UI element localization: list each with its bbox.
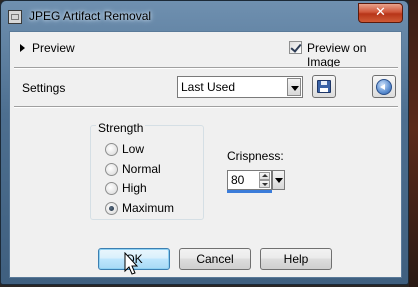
crispness-spinbox[interactable]: 80: [227, 170, 272, 190]
divider: [14, 67, 398, 69]
close-button[interactable]: ✕: [358, 3, 403, 23]
close-icon: ✕: [375, 5, 386, 20]
crispness-value[interactable]: 80: [231, 173, 244, 187]
reset-arrow-icon: [376, 79, 392, 95]
strength-radio-high[interactable]: [105, 182, 118, 195]
preview-on-image-label[interactable]: Preview on Image: [307, 41, 401, 69]
strength-radio-normal[interactable]: [105, 163, 118, 176]
window-title: JPEG Artifact Removal: [29, 9, 152, 23]
preview-toggle-label[interactable]: Preview: [32, 41, 75, 55]
settings-dropdown[interactable]: Last Used: [177, 76, 303, 98]
spin-up-icon[interactable]: [259, 172, 270, 180]
strength-radio-maximum[interactable]: [105, 202, 118, 215]
crispness-slider-dropdown[interactable]: [272, 170, 285, 190]
crispness-label: Crispness:: [227, 149, 284, 163]
spin-buttons: [259, 172, 270, 188]
strength-radio-low[interactable]: [105, 143, 118, 156]
preview-on-image-checkbox[interactable]: [289, 41, 302, 54]
chevron-down-icon[interactable]: [287, 78, 301, 96]
settings-label: Settings: [22, 81, 66, 95]
crispness-slider-bar: [227, 190, 272, 193]
strength-label-maximum[interactable]: Maximum: [122, 201, 174, 215]
floppy-disk-icon: [317, 80, 331, 93]
app-icon: [8, 10, 22, 24]
settings-dropdown-value: Last Used: [181, 80, 236, 94]
expand-arrow-icon[interactable]: [20, 44, 25, 52]
dialog-window: JPEG Artifact Removal ✕ Preview Preview …: [0, 0, 409, 285]
save-preset-button[interactable]: [312, 75, 336, 98]
background-desktop: [409, 0, 418, 287]
strength-group-title: Strength: [96, 121, 146, 135]
strength-label-high[interactable]: High: [122, 181, 147, 195]
divider: [14, 106, 398, 108]
cancel-button[interactable]: Cancel: [179, 248, 251, 270]
dialog-client-area: Preview Preview on Image Settings Last U…: [9, 31, 402, 278]
reset-button[interactable]: [372, 75, 396, 98]
strength-label-normal[interactable]: Normal: [122, 162, 161, 176]
mouse-pointer-icon: [124, 252, 139, 275]
strength-label-low[interactable]: Low: [122, 142, 144, 156]
spin-down-icon[interactable]: [259, 180, 270, 188]
help-button[interactable]: Help: [260, 248, 332, 270]
